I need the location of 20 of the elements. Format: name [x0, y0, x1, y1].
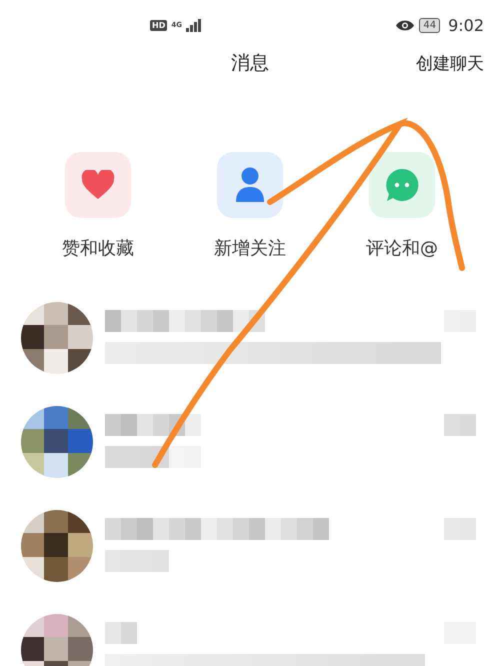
- pixelated-text: [105, 550, 169, 572]
- shortcut-label: 评论和@: [366, 237, 438, 260]
- signal-icon: [186, 18, 202, 32]
- shortcut-tile[interactable]: [369, 152, 435, 218]
- heart-icon: [81, 170, 115, 200]
- battery-level: 44: [419, 18, 440, 32]
- page-title: 消息: [231, 51, 269, 76]
- shortcut-label: 新增关注: [214, 237, 286, 260]
- shortcut-tile[interactable]: [65, 152, 131, 218]
- hd-label: HD: [150, 20, 168, 30]
- person-icon: [235, 167, 265, 203]
- chat-bubble-icon: [385, 168, 419, 202]
- shortcut-tile[interactable]: [217, 152, 283, 218]
- clock-time: 9:02: [448, 16, 484, 34]
- eye-icon: [395, 18, 416, 32]
- create-chat-button[interactable]: 创建聊天: [416, 52, 484, 74]
- shortcut-label: 赞和收藏: [62, 237, 134, 260]
- pixelated-text: [444, 518, 476, 540]
- pixelated-text: [444, 414, 476, 436]
- pixelated-text: [105, 622, 137, 644]
